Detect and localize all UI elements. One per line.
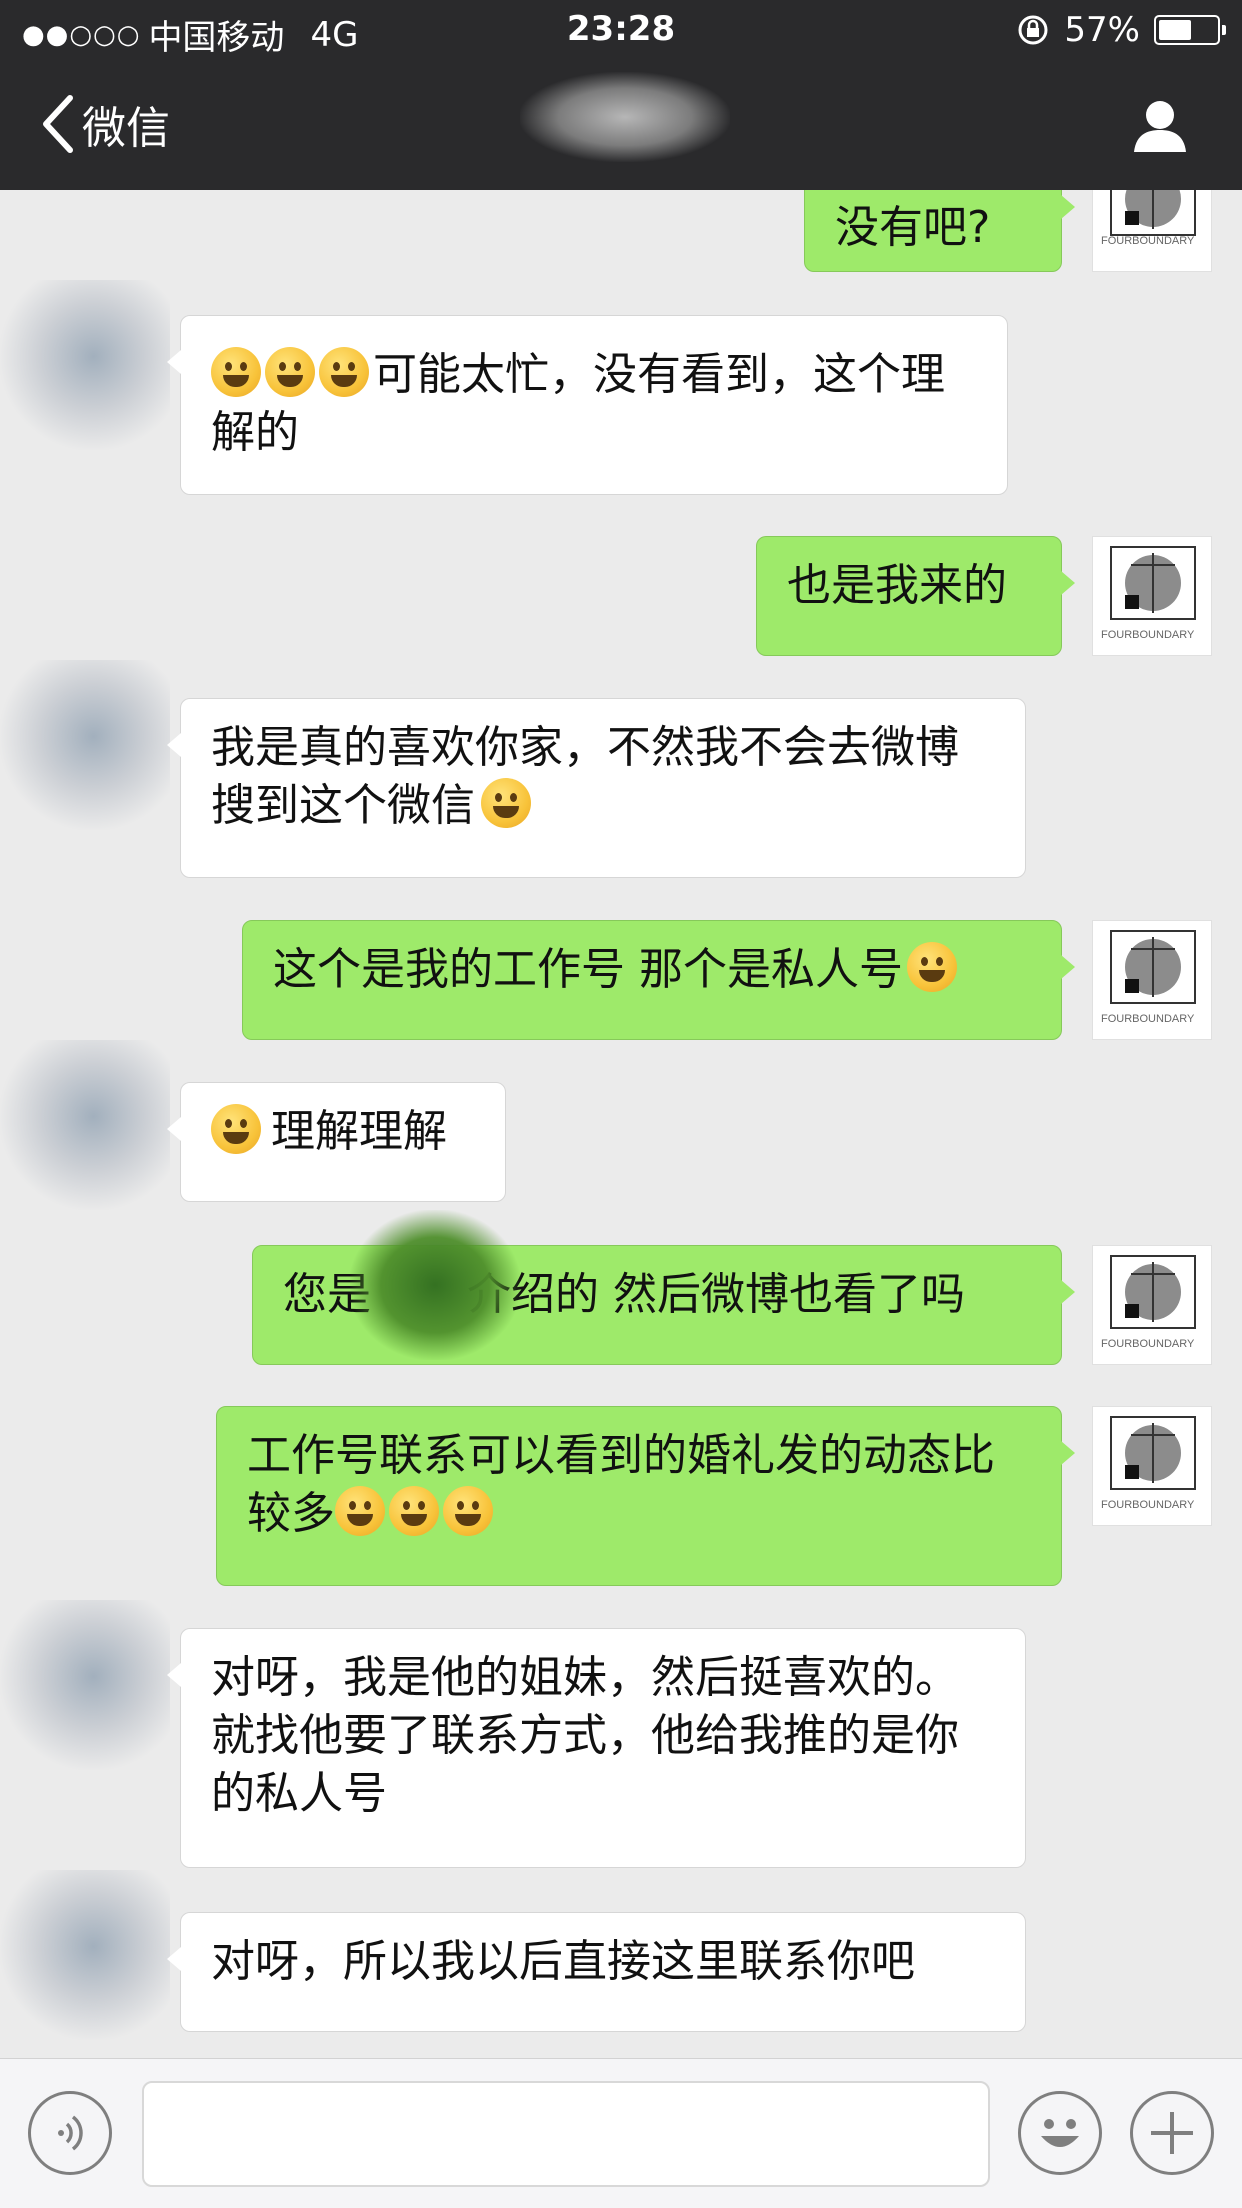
avatar-logo-text: FOURBOUNDARY [1101,1013,1195,1025]
message-text-end: 介绍的 然后微博也看了吗 [467,1269,965,1320]
grinning-emoji-icon [319,347,369,397]
message-bubble-incoming[interactable]: 对呀，我是他的姐妹，然后挺喜欢的。就找他要了联系方式，他给我推的是你的私人号 [167,1628,1026,1868]
message-text: 没有吧? [835,202,991,253]
avatar-logo-text: FOURBOUNDARY [1101,1338,1195,1350]
status-right: 57% [1016,10,1226,50]
fourboundary-logo-icon [1110,1255,1196,1329]
voice-icon [58,2115,83,2151]
nav-bar: 微信 [0,62,1242,190]
message-text: 理解理解 [271,1106,447,1157]
message-bubble-incoming[interactable]: 理解理解 [167,1082,506,1202]
contact-avatar[interactable] [0,1600,170,1770]
laughing-crying-emoji-icon [907,942,957,992]
battery-level [1159,20,1191,40]
grinning-emoji-icon [211,347,261,397]
avatar-logo-text: FOURBOUNDARY [1101,629,1195,641]
message-bubble-incoming[interactable]: 对呀，所以我以后直接这里联系你吧 [167,1912,1026,2032]
input-bar [0,2058,1242,2208]
avatar-logo-text: FOURBOUNDARY [1101,235,1195,247]
chat-info-button[interactable] [1130,96,1190,156]
redacted-contact-name [520,72,730,162]
rotation-lock-icon [1018,15,1048,45]
message-bubble-incoming[interactable]: 我是真的喜欢你家，不然我不会去微博搜到这个微信 [167,698,1026,878]
emoji-icon [1041,2119,1079,2147]
smirk-emoji-icon [443,1486,493,1536]
message-text: 也是我来的 [787,560,1007,611]
my-avatar[interactable]: FOURBOUNDARY [1092,1406,1212,1526]
emoji-button[interactable] [1018,2091,1102,2175]
my-avatar[interactable]: FOURBOUNDARY [1092,1245,1212,1365]
redaction-scribble [350,1210,520,1360]
person-icon [1134,101,1186,152]
thinking-emoji-icon [481,778,531,828]
message-bubble-outgoing[interactable]: 工作号联系可以看到的婚礼发的动态比较多 [216,1406,1075,1586]
chat-thread[interactable]: FOURBOUNDARY 没有吧? 可能太忙，没有看到，这个理解的 FOURBO… [0,190,1242,2058]
smiling-emoji-icon [211,1104,261,1154]
plus-icon [1151,2112,1193,2154]
battery-percent: 57% [1064,10,1140,50]
my-avatar[interactable]: FOURBOUNDARY [1092,920,1212,1040]
message-input[interactable] [142,2081,990,2187]
chevron-left-icon [43,95,73,153]
voice-button[interactable] [28,2091,112,2175]
my-avatar[interactable]: FOURBOUNDARY [1092,190,1212,272]
status-bar: ●●○○○ 中国移动 4G 23:28 57% [0,0,1242,62]
message-text: 对呀，我是他的姐妹，然后挺喜欢的。就找他要了联系方式，他给我推的是你的私人号 [211,1652,959,1819]
contact-avatar[interactable] [0,1040,170,1210]
message-bubble-outgoing[interactable]: 也是我来的 [756,536,1075,656]
fourboundary-logo-icon [1110,546,1196,620]
back-button[interactable]: 微信 [40,92,170,156]
message-text: 对呀，所以我以后直接这里联系你吧 [211,1936,915,1987]
avatar-logo-text: FOURBOUNDARY [1101,1499,1195,1511]
message-text: 这个是我的工作号 那个是私人号 [273,944,903,995]
contact-avatar[interactable] [0,280,170,450]
message-bubble-incoming[interactable]: 可能太忙，没有看到，这个理解的 [167,315,1008,495]
back-label: 微信 [82,103,170,154]
fourboundary-logo-icon [1110,190,1196,236]
message-bubble-outgoing[interactable]: 这个是我的工作号 那个是私人号 [242,920,1075,1040]
message-text: 我是真的喜欢你家，不然我不会去微博搜到这个微信 [211,722,959,831]
contact-avatar[interactable] [0,1870,170,2040]
my-avatar[interactable]: FOURBOUNDARY [1092,536,1212,656]
grinning-emoji-icon [265,347,315,397]
fourboundary-logo-icon [1110,1416,1196,1490]
contact-avatar[interactable] [0,660,170,830]
message-bubble-outgoing[interactable]: 没有吧? [804,190,1075,272]
fourboundary-logo-icon [1110,930,1196,1004]
more-button[interactable] [1130,2091,1214,2175]
smirk-emoji-icon [389,1486,439,1536]
smirk-emoji-icon [335,1486,385,1536]
battery-icon [1154,15,1226,45]
